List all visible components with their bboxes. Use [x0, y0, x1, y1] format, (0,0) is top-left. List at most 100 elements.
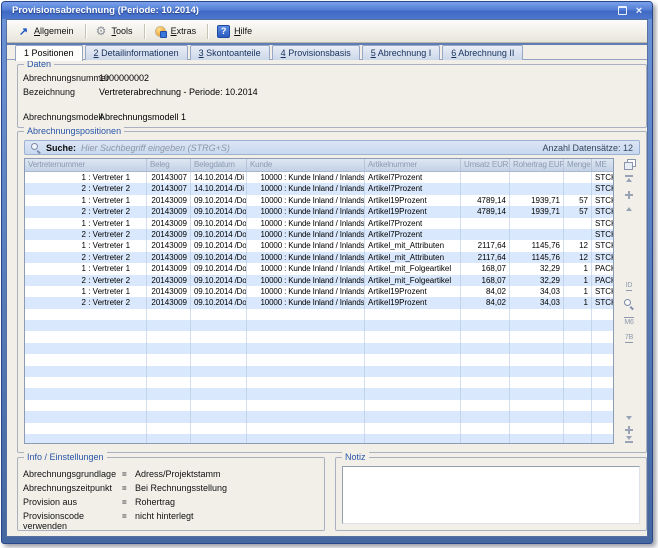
table-row[interactable]: 1 : Vertreter 12014300909.10.2014 /Do100… — [25, 195, 613, 206]
fulltext-search-icon[interactable] — [618, 299, 640, 309]
cell-umsatz-eur — [461, 366, 510, 377]
column-header-belegdatum[interactable]: Belegdatum — [191, 159, 247, 171]
cell-belegdatum — [191, 320, 247, 331]
cell-artikelnummer — [365, 423, 461, 434]
scroll-pageup-icon[interactable] — [618, 191, 640, 199]
scroll-down-icon[interactable] — [618, 416, 640, 420]
table-row-empty — [25, 309, 613, 320]
tab-positionen[interactable]: 1 Positionen — [15, 45, 83, 61]
info-value: nicht hinterlegt — [135, 511, 320, 521]
cell-rohertrag-eur: 34,03 — [510, 297, 564, 308]
menu-label-allgemein: Allgemein — [34, 26, 74, 36]
cell-vertreternummer — [25, 388, 147, 399]
cell-beleg — [147, 411, 191, 422]
menu-button-extras[interactable]: Extras — [148, 22, 205, 41]
cell-vertreternummer: 2 : Vertreter 2 — [25, 206, 147, 217]
cell-umsatz-eur: 2117,64 — [461, 240, 510, 251]
tab-detailinformationen[interactable]: 2 Detailinformationen — [85, 45, 188, 60]
cell-artikelnummer — [365, 331, 461, 342]
search-bar[interactable]: Suche: Hier Suchbegriff eingeben (STRG+S… — [24, 140, 640, 155]
cell-me — [592, 388, 613, 399]
restore-button[interactable] — [615, 5, 629, 17]
table-row[interactable]: 2 : Vertreter 22014300909.10.2014 /Do100… — [25, 229, 613, 240]
cell-me — [592, 343, 613, 354]
cell-beleg: 20143009 — [147, 252, 191, 263]
cell-me: STCK — [592, 286, 613, 297]
tab-abrechnung-i[interactable]: 5 Abrechnung I — [362, 45, 441, 60]
column-header-kunde[interactable]: Kunde — [247, 159, 365, 171]
cell-artikelnummer — [365, 343, 461, 354]
daten-field-label: Abrechnungsmodell — [23, 112, 99, 122]
tab-provisionsbasis[interactable]: 4 Provisionsbasis — [272, 45, 360, 60]
cell-menge: 12 — [564, 252, 592, 263]
kunde-number: 10000 — [250, 275, 282, 286]
info-value: Adress/Projektstamm — [135, 469, 320, 479]
column-header-me[interactable]: ME — [592, 159, 613, 171]
table-row[interactable]: 1 : Vertreter 12014300909.10.2014 /Do100… — [25, 218, 613, 229]
cell-belegdatum: 09.10.2014 /Do — [191, 286, 247, 297]
scroll-up-icon[interactable] — [618, 207, 640, 211]
scroll-first-icon[interactable] — [618, 175, 640, 182]
menu-button-tools[interactable]: Tools — [89, 22, 141, 41]
table-row[interactable]: 2 : Vertreter 22014300909.10.2014 /Do100… — [25, 297, 613, 308]
cell-kunde — [247, 400, 365, 411]
title-bar[interactable]: Provisionsabrechnung (Periode: 10.2014) … — [2, 2, 652, 19]
cell-artikelnummer: Artikel19Prozent — [365, 286, 461, 297]
column-chooser-icon[interactable] — [618, 159, 640, 169]
cell-me: STCK — [592, 297, 613, 308]
table-row[interactable]: 1 : Vertreter 12014300714.10.2014 /Di100… — [25, 172, 613, 183]
menu-button-allgemein[interactable]: Allgemein — [11, 22, 82, 41]
equals-bullet: = — [122, 484, 135, 493]
tools-icon — [95, 25, 108, 38]
cell-rohertrag-eur: 32,29 — [510, 275, 564, 286]
cell-umsatz-eur — [461, 388, 510, 399]
menu-button-hilfe[interactable]: Hilfe — [211, 22, 260, 41]
cell-belegdatum: 09.10.2014 /Do — [191, 263, 247, 274]
daten-groupbox: Daten Abrechnungsnummer1000000002Bezeich… — [17, 64, 647, 128]
cell-umsatz-eur — [461, 218, 510, 229]
cell-umsatz-eur: 84,02 — [461, 286, 510, 297]
table-row-empty — [25, 400, 613, 411]
column-header-umsatz-eur[interactable]: Umsatz EUR — [461, 159, 510, 171]
cell-kunde — [247, 423, 365, 434]
cell-vertreternummer — [25, 411, 147, 422]
grid-body: 1 : Vertreter 12014300714.10.2014 /Di100… — [25, 172, 613, 444]
scroll-last-icon[interactable] — [618, 436, 640, 443]
app-window: Provisionsabrechnung (Periode: 10.2014) … — [1, 1, 653, 544]
grid-tool-m6-icon[interactable]: M6 — [618, 317, 640, 326]
column-header-vertreternummer[interactable]: Vertreternummer — [25, 159, 147, 171]
table-row[interactable]: 1 : Vertreter 12014300909.10.2014 /Do100… — [25, 286, 613, 297]
column-header-rohertrag-eur[interactable]: Rohertrag EUR — [510, 159, 564, 171]
table-row[interactable]: 1 : Vertreter 12014300909.10.2014 /Do100… — [25, 240, 613, 251]
table-row[interactable]: 2 : Vertreter 22014300909.10.2014 /Do100… — [25, 252, 613, 263]
cell-menge: 1 — [564, 275, 592, 286]
grid-tool-7b-icon[interactable]: 7B — [618, 334, 640, 343]
search-input[interactable]: Hier Suchbegriff eingeben (STRG+S) — [81, 143, 537, 153]
tab-skontoanteile[interactable]: 3 Skontoanteile — [190, 45, 270, 60]
cell-vertreternummer — [25, 331, 147, 342]
table-row[interactable]: 2 : Vertreter 22014300714.10.2014 /Di100… — [25, 183, 613, 194]
cell-artikelnummer: Artikel19Prozent — [365, 206, 461, 217]
cell-menge: 1 — [564, 286, 592, 297]
table-row[interactable]: 2 : Vertreter 22014300909.10.2014 /Do100… — [25, 275, 613, 286]
cell-menge — [564, 434, 592, 444]
id-search-icon[interactable]: ID — [618, 282, 640, 291]
table-row[interactable]: 1 : Vertreter 12014300909.10.2014 /Do100… — [25, 263, 613, 274]
notiz-textarea[interactable] — [342, 466, 640, 524]
tab-abrechnung-ii[interactable]: 6 Abrechnung II — [442, 45, 523, 60]
column-header-artikelnummer[interactable]: Artikelnummer — [365, 159, 461, 171]
scroll-pagedown-icon[interactable] — [618, 426, 640, 434]
menu-separator — [207, 24, 208, 39]
close-button[interactable]: × — [632, 5, 646, 17]
column-header-beleg[interactable]: Beleg — [147, 159, 191, 171]
window-body: AllgemeinToolsExtrasHilfe 1 Positionen2 … — [6, 19, 648, 537]
cell-belegdatum — [191, 423, 247, 434]
info-value: Bei Rechnungsstellung — [135, 483, 320, 493]
cell-umsatz-eur — [461, 331, 510, 342]
column-header-menge[interactable]: Menge — [564, 159, 592, 171]
table-row[interactable]: 2 : Vertreter 22014300909.10.2014 /Do100… — [25, 206, 613, 217]
cell-artikelnummer — [365, 388, 461, 399]
cell-vertreternummer — [25, 434, 147, 444]
table-row-empty — [25, 343, 613, 354]
cell-rohertrag-eur — [510, 229, 564, 240]
